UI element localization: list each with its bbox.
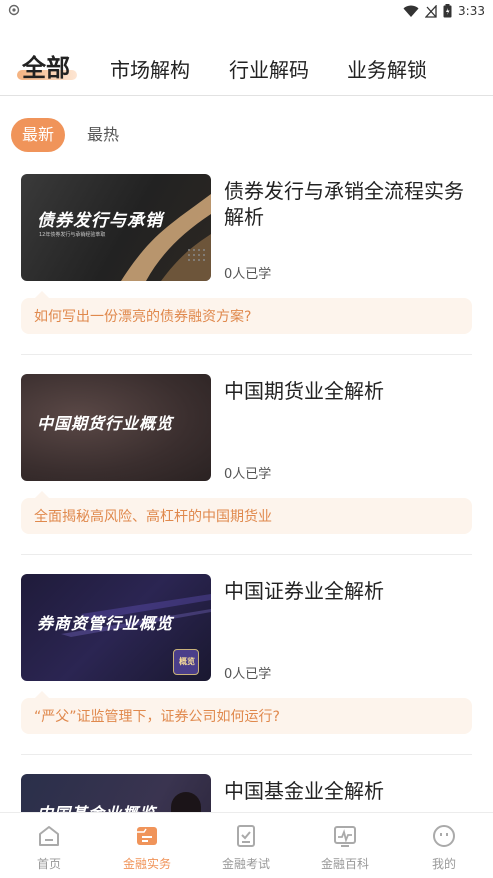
course-title[interactable]: 中国基金业全解析 <box>224 778 474 804</box>
nav-label: 金融百科 <box>320 857 369 871</box>
nav-label: 金融实务 <box>122 857 171 871</box>
course-item[interactable]: 中国基金业概览 中国基金业全解析 <box>0 774 493 812</box>
description-text: 全面揭秘高风险、高杠杆的中国期货业 <box>34 509 272 525</box>
description-caret <box>35 491 49 498</box>
course-description: 全面揭秘高风险、高杠杆的中国期货业 <box>21 491 472 534</box>
nav-practice[interactable]: 金融实务 <box>98 813 196 878</box>
description-caret <box>35 691 49 698</box>
nav-label: 金融考试 <box>221 857 270 871</box>
category-tabs: 全部 市场解构 行业解码 业务解锁 <box>0 40 493 92</box>
badge-icon: 概览 <box>173 649 199 675</box>
status-bar: 3:33 <box>0 0 493 22</box>
notification-icon <box>8 4 20 16</box>
course-description: 如何写出一份漂亮的债券融资方案? <box>21 291 472 334</box>
description-caret <box>35 291 49 298</box>
course-thumbnail: 债券发行与承销 12年债券发行与承销经验萃取 <box>21 174 211 281</box>
list-divider <box>21 554 472 555</box>
course-thumbnail: 中国基金业概览 <box>21 774 211 812</box>
thumbnail-title: 中国基金业概览 <box>37 800 156 812</box>
battery-icon <box>443 4 452 18</box>
tab-business[interactable]: 业务解锁 <box>347 54 427 83</box>
no-signal-icon <box>425 4 437 18</box>
description-text: “严父”证监管理下，证券公司如何运行? <box>34 709 280 725</box>
thumbnail-title: 中国期货行业概览 <box>37 414 174 433</box>
course-title[interactable]: 中国期货业全解析 <box>224 378 474 404</box>
learner-count: 0人已学 <box>224 467 272 482</box>
tab-industry[interactable]: 行业解码 <box>229 54 309 83</box>
learner-count: 0人已学 <box>224 267 272 282</box>
status-time: 3:33 <box>458 4 485 18</box>
course-title[interactable]: 债券发行与承销全流程实务解析 <box>224 178 474 230</box>
bottom-nav: 首页 金融实务 金融考试 金融百科 我的 <box>0 812 493 878</box>
description-text: 如何写出一份漂亮的债券融资方案? <box>34 309 252 325</box>
thumbnail-title: 券商资管行业概览 <box>37 614 174 633</box>
profile-icon <box>433 825 455 847</box>
course-item[interactable]: 中国期货行业概览 中国期货业全解析 0人已学 全面揭秘高风险、高杠杆的中国期货业 <box>0 374 493 555</box>
tab-market[interactable]: 市场解构 <box>110 54 190 83</box>
list-divider <box>21 754 472 755</box>
course-item[interactable]: 债券发行与承销 12年债券发行与承销经验萃取 债券发行与承销全流程实务解析 0人… <box>0 174 493 355</box>
nav-profile[interactable]: 我的 <box>395 813 493 878</box>
presenter-image <box>171 792 201 812</box>
nav-exam[interactable]: 金融考试 <box>197 813 295 878</box>
list-divider <box>21 354 472 355</box>
course-item[interactable]: 券商资管行业概览 概览 中国证券业全解析 0人已学 “严父”证监管理下，证券公司… <box>0 574 493 755</box>
filter-hottest[interactable]: 最热 <box>80 118 126 152</box>
filter-latest[interactable]: 最新 <box>11 118 65 152</box>
badge-label: 概览 <box>179 657 195 666</box>
exam-icon <box>237 825 255 847</box>
practice-icon <box>137 827 157 845</box>
thumbnail-title: 债券发行与承销 <box>37 211 163 231</box>
thumbnail-subtitle: 12年债券发行与承销经验萃取 <box>39 232 106 238</box>
course-description: “严父”证监管理下，证券公司如何运行? <box>21 691 472 734</box>
nav-home[interactable]: 首页 <box>0 813 98 878</box>
tab-all[interactable]: 全部 <box>22 48 70 83</box>
tabs-divider <box>0 95 493 96</box>
home-icon <box>39 826 59 846</box>
wifi-icon <box>403 5 419 17</box>
encyclopedia-icon <box>334 826 356 847</box>
nav-label: 我的 <box>431 857 456 871</box>
learner-count: 0人已学 <box>224 667 272 682</box>
course-thumbnail: 中国期货行业概览 <box>21 374 211 481</box>
nav-label: 首页 <box>36 857 61 871</box>
course-title[interactable]: 中国证券业全解析 <box>224 578 474 604</box>
course-thumbnail: 券商资管行业概览 概览 <box>21 574 211 681</box>
nav-encyclopedia[interactable]: 金融百科 <box>296 813 394 878</box>
